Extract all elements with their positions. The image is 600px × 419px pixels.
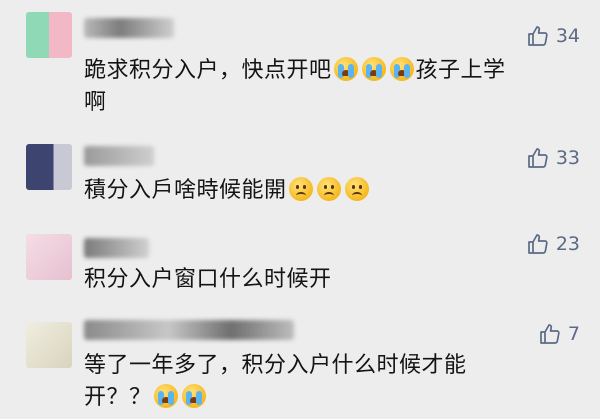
like-count: 7 [567, 323, 580, 345]
thumbs-up-icon [526, 146, 550, 170]
comment-text-part: 积分入户窗口什么时候开 [84, 267, 332, 292]
avatar[interactable] [26, 144, 72, 190]
crying-face-icon [181, 384, 206, 408]
thumbs-up-icon [526, 24, 550, 48]
thumbs-up-icon [526, 232, 550, 256]
like-button[interactable]: 7 [538, 322, 580, 346]
comment-text-part: 等了一年多了，积分入户什么时候才能 [84, 353, 467, 378]
comment-text-part: 开？？ [84, 385, 152, 410]
frowning-face-icon [288, 177, 313, 201]
crying-face-icon [153, 384, 178, 408]
comment-text: 积分入户窗口什么时候开 [84, 264, 524, 296]
username-blurred[interactable] [84, 146, 154, 166]
frowning-face-icon [316, 177, 341, 201]
comment-item: 7 等了一年多了，积分入户什么时候才能 开？？ [0, 310, 600, 419]
comment-text: 積分入戶啥時候能開 [84, 175, 524, 207]
crying-face-icon [361, 57, 386, 81]
crying-face-icon [333, 57, 358, 81]
avatar[interactable] [26, 322, 72, 368]
comment-item: 33 積分入戶啥時候能開 [0, 130, 600, 220]
like-count: 23 [555, 233, 580, 255]
crying-face-icon [389, 57, 414, 81]
username-blurred[interactable] [84, 320, 294, 340]
thumbs-up-icon [538, 322, 562, 346]
like-count: 34 [555, 25, 580, 47]
avatar[interactable] [26, 234, 72, 280]
username-blurred[interactable] [84, 18, 174, 38]
comment-text-part: 積分入戶啥時候能開 [84, 178, 287, 203]
frowning-face-icon [344, 177, 369, 201]
comment-text: 跪求积分入户，快点开吧 孩子上学 啊 [84, 55, 524, 119]
comment-item: 23 积分入户窗口什么时候开 [0, 222, 600, 307]
comment-text: 等了一年多了，积分入户什么时候才能 开？？ [84, 350, 524, 414]
like-button[interactable]: 34 [526, 24, 580, 48]
avatar[interactable] [26, 12, 72, 58]
like-button[interactable]: 33 [526, 146, 580, 170]
comment-item: 34 跪求积分入户，快点开吧 孩子上学 啊 [0, 0, 600, 115]
comment-text-part: 跪求积分入户，快点开吧 [84, 58, 332, 83]
like-count: 33 [555, 147, 580, 169]
comment-text-part: 啊 [84, 90, 107, 115]
username-blurred[interactable] [84, 238, 149, 258]
like-button[interactable]: 23 [526, 232, 580, 256]
comment-text-part: 孩子上学 [415, 58, 506, 83]
